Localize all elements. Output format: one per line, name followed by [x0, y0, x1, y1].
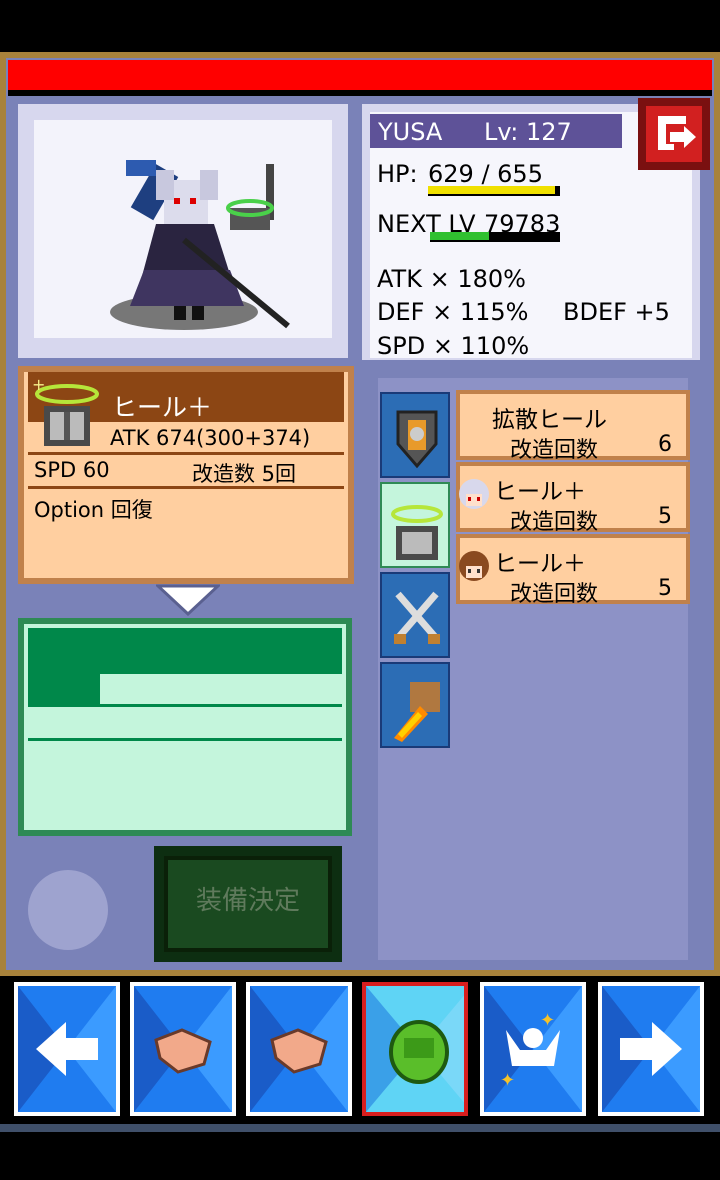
svg-text:✦: ✦ — [500, 1070, 515, 1091]
item-mod-count: 5 — [658, 576, 672, 601]
item-mod-label: 改造回数 — [510, 438, 599, 463]
handshake-icon — [250, 986, 348, 1112]
equipment-option: Option 回復 — [34, 498, 153, 522]
item-mod-label: 改造回数 — [510, 510, 599, 535]
exp-gauge — [430, 232, 560, 242]
tab-shield[interactable] — [380, 392, 450, 478]
svg-text:+: + — [32, 376, 45, 394]
atk-stat: ATK × 180% — [377, 265, 526, 293]
heal-cart-icon — [391, 505, 443, 560]
equipment-atk: ATK 674(300+374) — [110, 426, 311, 450]
exit-icon — [658, 116, 696, 150]
nav-handshake-1-button[interactable] — [130, 982, 236, 1116]
hp-gauge-fill — [428, 186, 555, 194]
item-name: ヒール＋ — [494, 479, 586, 505]
brown-haired-girl-icon — [459, 551, 489, 581]
item-card-2[interactable]: ヒール＋ 改造回数 5 — [456, 462, 690, 535]
item-name: 拡散ヒール — [492, 407, 607, 433]
chevron-down-icon — [156, 584, 220, 616]
exit-button[interactable] — [638, 98, 710, 170]
def-stat: DEF × 115% — [377, 298, 529, 326]
circle-button[interactable] — [28, 870, 108, 950]
handshake-icon — [134, 986, 232, 1112]
exp-gauge-fill — [430, 232, 489, 240]
equipment-name: ヒール＋ — [112, 393, 213, 422]
left-arrow-icon — [18, 986, 116, 1112]
equip-confirm-button[interactable]: 装備決定 — [154, 846, 342, 962]
character-name: YUSA — [378, 118, 443, 146]
svg-text:✦: ✦ — [540, 1010, 555, 1031]
item-mod-count: 5 — [658, 504, 672, 529]
nav-party-button[interactable]: ✦ ✦ — [480, 982, 586, 1116]
equipment-mod-count: 改造数 5回 — [192, 462, 297, 486]
bazooka-icon — [394, 682, 440, 742]
footer-strip — [0, 1124, 720, 1132]
item-mod-count: 6 — [658, 432, 672, 457]
tab-heal[interactable] — [380, 482, 450, 568]
character-level: Lv: 127 — [484, 118, 572, 146]
heal-cart-icon: + — [32, 376, 99, 446]
nav-handshake-2-button[interactable] — [246, 982, 352, 1116]
item-card-3[interactable]: ヒール＋ 改造回数 5 — [456, 534, 690, 607]
character-sprite-icon — [110, 160, 290, 330]
silver-haired-girl-icon — [459, 479, 489, 509]
comparison-panel — [18, 618, 352, 836]
character-portrait-frame — [18, 104, 348, 358]
backpack-icon — [366, 986, 464, 1112]
spd-stat: SPD × 110% — [377, 332, 530, 360]
character-portrait — [34, 120, 332, 338]
shield-icon — [396, 410, 438, 469]
item-mod-label: 改造回数 — [510, 582, 599, 607]
item-name: ヒール＋ — [494, 551, 586, 577]
right-arrow-icon — [602, 986, 700, 1112]
tab-weapons[interactable] — [380, 572, 450, 658]
nav-prev-button[interactable] — [14, 982, 120, 1116]
item-card-1[interactable]: 拡散ヒール 改造回数 6 — [456, 390, 690, 463]
hp-gauge — [428, 186, 560, 196]
party-icon: ✦ ✦ — [484, 986, 582, 1112]
tab-heavy[interactable] — [380, 662, 450, 748]
hp-label: HP: — [377, 160, 418, 188]
hp-value: 629 / 655 — [428, 160, 543, 188]
top-red-bar — [8, 60, 712, 96]
crossed-swords-icon — [394, 591, 440, 644]
character-name-bar: YUSA Lv: 127 — [370, 114, 622, 148]
nav-next-button[interactable] — [598, 982, 704, 1116]
equip-confirm-label: 装備決定 — [195, 886, 300, 916]
nav-equipment-button[interactable] — [362, 982, 468, 1116]
equipment-spd: SPD 60 — [34, 458, 110, 482]
bdef-stat: BDEF +5 — [563, 298, 670, 326]
